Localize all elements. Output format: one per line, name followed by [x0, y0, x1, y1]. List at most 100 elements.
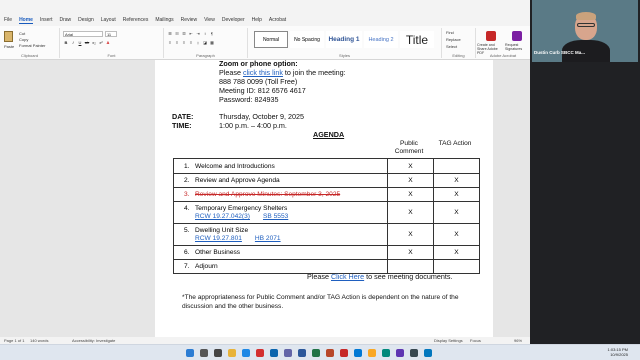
bill-link[interactable]: SB 5553	[263, 213, 288, 220]
tab-review[interactable]: Review	[181, 17, 197, 23]
tab-mailings[interactable]: Mailings	[155, 17, 173, 23]
replace-button[interactable]: Replace	[446, 37, 461, 42]
tab-acrobat[interactable]: Acrobat	[269, 17, 286, 23]
tab-help[interactable]: Help	[252, 17, 262, 23]
documents-line: Please Click Here to see meeting documen…	[307, 272, 452, 281]
style-heading-2[interactable]: Heading 2	[364, 31, 398, 48]
chrome-icon[interactable]	[256, 349, 264, 357]
rcw-link[interactable]: RCW 19.27.042(3)	[195, 213, 250, 220]
numbering-icon[interactable]: ☷	[174, 31, 180, 37]
app-icon[interactable]	[396, 349, 404, 357]
create-pdf-icon[interactable]	[486, 31, 496, 41]
tab-file[interactable]: File	[4, 17, 12, 23]
system-clock[interactable]: 1:03:15 PM 10/9/2025	[608, 347, 628, 357]
phone-number: 888 788 0099 (Toll Free)	[219, 77, 298, 86]
word-count[interactable]: 140 words	[30, 338, 48, 343]
font-size-select[interactable]: 11	[105, 31, 117, 37]
search-icon[interactable]	[200, 349, 208, 357]
style-heading-1[interactable]: Heading 1	[326, 31, 362, 48]
increase-indent-icon[interactable]: ⇥	[195, 31, 201, 37]
shading-icon[interactable]: ◪	[202, 40, 208, 46]
tab-developer[interactable]: Developer	[222, 17, 245, 23]
paste-button[interactable]: Paste	[4, 44, 14, 49]
edge-icon[interactable]	[242, 349, 250, 357]
start-icon[interactable]	[186, 349, 194, 357]
italic-button[interactable]: I	[70, 40, 76, 46]
font-color-button[interactable]: A	[105, 40, 111, 46]
app-icon[interactable]	[424, 349, 432, 357]
tab-references[interactable]: References	[123, 17, 149, 23]
zoom-heading: Zoom or phone option:	[219, 60, 298, 68]
font-label: Font	[107, 53, 116, 58]
public-comment-header: Public Comment	[394, 140, 424, 155]
zoom-level[interactable]: 96%	[514, 338, 522, 343]
task-view-icon[interactable]	[214, 349, 222, 357]
word-icon[interactable]	[298, 349, 306, 357]
page-count[interactable]: Page 1 of 1	[4, 338, 24, 343]
status-bar: Page 1 of 1 140 words Accessibility: Inv…	[0, 337, 530, 344]
acrobat-label: Adobe Acrobat	[489, 53, 517, 58]
participant-video[interactable]: Dustin Curb SBCC Ma...	[532, 0, 638, 62]
align-buttons: ≡ ≡ ≡ ≡ ↨ ◪ ▦	[167, 40, 216, 46]
bill-link[interactable]: HB 2071	[255, 235, 281, 242]
select-button[interactable]: Select	[446, 44, 457, 49]
teams-icon[interactable]	[284, 349, 292, 357]
tab-draw[interactable]: Draw	[59, 17, 71, 23]
multilevel-icon[interactable]: ☲	[181, 31, 187, 37]
request-signatures-icon[interactable]	[512, 31, 522, 41]
align-center-icon[interactable]: ≡	[174, 40, 180, 46]
style-no-spacing[interactable]: No Spacing	[290, 31, 324, 48]
strikethrough-button[interactable]: ab	[84, 40, 90, 46]
zoom-icon[interactable]	[354, 349, 362, 357]
excel-icon[interactable]	[312, 349, 320, 357]
meeting-link[interactable]: click this link	[243, 68, 283, 77]
tag-action-cell: X	[433, 187, 480, 202]
focus-mode[interactable]: Focus	[470, 338, 481, 343]
documents-link[interactable]: Click Here	[331, 272, 364, 281]
pilcrow-icon[interactable]: ¶	[209, 31, 215, 37]
accessibility-status[interactable]: Accessibility: Investigate	[72, 338, 115, 343]
tab-layout[interactable]: Layout	[101, 17, 116, 23]
copy-button[interactable]: Copy	[19, 37, 28, 42]
align-left-icon[interactable]: ≡	[167, 40, 173, 46]
file-explorer-icon[interactable]	[228, 349, 236, 357]
sort-icon[interactable]: ↕	[202, 31, 208, 37]
find-button[interactable]: Find	[446, 30, 454, 35]
document-page[interactable]: Zoom or phone option: Please click this …	[155, 60, 493, 337]
subscript-button[interactable]: x₂	[91, 40, 97, 46]
cut-button[interactable]: Cut	[19, 31, 25, 36]
display-settings[interactable]: Display Settings	[434, 338, 463, 343]
app-icon[interactable]	[410, 349, 418, 357]
tab-home[interactable]: Home	[19, 17, 33, 24]
font-name-select[interactable]: Arial	[63, 31, 103, 37]
acrobat-icon[interactable]	[340, 349, 348, 357]
borders-icon[interactable]: ▦	[209, 40, 215, 46]
format-painter-button[interactable]: Format Painter	[19, 43, 45, 48]
bullets-icon[interactable]: ☰	[167, 31, 173, 37]
tag-action-header: TAG Action	[438, 140, 472, 147]
item-number: 3.	[184, 191, 190, 198]
superscript-button[interactable]: x²	[98, 40, 104, 46]
bold-button[interactable]: B	[63, 40, 69, 46]
powerpoint-icon[interactable]	[326, 349, 334, 357]
public-comment-cell: X	[387, 201, 434, 224]
paste-icon[interactable]	[4, 31, 13, 42]
style-title[interactable]: Title	[400, 31, 434, 48]
tab-insert[interactable]: Insert	[40, 17, 53, 23]
line-spacing-icon[interactable]: ↨	[195, 40, 201, 46]
request-signatures-button[interactable]: Request Signatures	[505, 43, 529, 51]
rcw-link[interactable]: RCW 19.27.801	[195, 235, 242, 242]
public-comment-cell: X	[387, 187, 434, 202]
sticky-notes-icon[interactable]	[368, 349, 376, 357]
style-normal[interactable]: Normal	[254, 31, 288, 48]
underline-button[interactable]: U	[77, 40, 83, 46]
justify-icon[interactable]: ≡	[188, 40, 194, 46]
app-icon[interactable]	[382, 349, 390, 357]
participant-name: Dustin Curb SBCC Ma...	[534, 50, 586, 55]
tab-design[interactable]: Design	[78, 17, 94, 23]
align-right-icon[interactable]: ≡	[181, 40, 187, 46]
decrease-indent-icon[interactable]: ⇤	[188, 31, 194, 37]
tab-view[interactable]: View	[204, 17, 215, 23]
outlook-icon[interactable]	[270, 349, 278, 357]
item-number: 4.	[184, 205, 190, 212]
